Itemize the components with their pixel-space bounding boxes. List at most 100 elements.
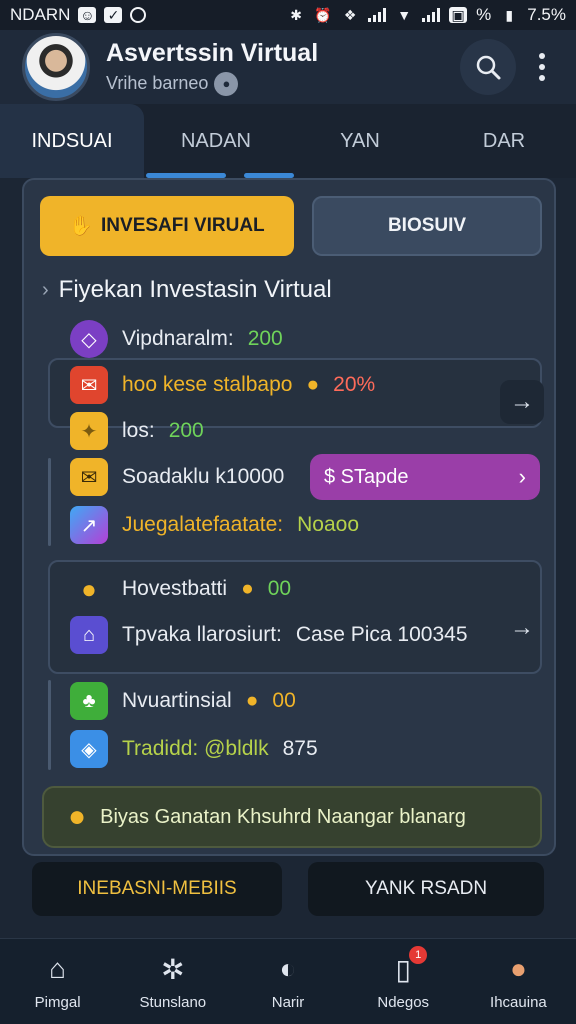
list-item[interactable]: ◈ Tradidd: @bldlk 875 xyxy=(70,730,318,768)
nav-label: Stunslano xyxy=(139,994,207,1011)
house-icon: ⌂ xyxy=(70,616,108,654)
nav-item-documents[interactable]: ▯ 1 Ndegos xyxy=(346,939,461,1024)
row-value: 00 xyxy=(272,689,296,712)
left-action-label: INEBASNI-MEBIIS xyxy=(77,878,237,899)
bottom-nav: ⌂ Pimgal ✲ Stunslano ◐ Narir ▯ 1 Ndegos ●… xyxy=(0,938,576,1024)
coins-icon: ● xyxy=(81,573,97,604)
nav-label: Pimgal xyxy=(34,994,81,1011)
row-label: Tpvaka llarosiurt: xyxy=(122,623,282,646)
left-action-button[interactable]: INEBASNI-MEBIIS xyxy=(32,862,282,916)
search-button[interactable] xyxy=(460,39,516,95)
mail-icon: ✓ xyxy=(104,7,123,23)
stake-label: $ STapde xyxy=(324,465,409,488)
bottom-button-row: INEBASNI-MEBIIS YANK RSADN xyxy=(32,862,544,916)
gear-icon: ✲ xyxy=(161,953,185,985)
right-action-button[interactable]: YANK RSADN xyxy=(308,862,544,916)
carrier-label: NDARN xyxy=(10,5,71,24)
battery-percent-symbol: % xyxy=(476,5,492,24)
vibrate-icon: ❖ xyxy=(343,7,357,23)
promo-banner-text: Biyas Ganatan Khsuhrd Naangar blanarg xyxy=(100,805,466,828)
tab-yan[interactable]: YAN xyxy=(288,104,432,178)
nav-label: Ihcauina xyxy=(490,994,547,1011)
list-item[interactable]: ✦ los: 200 xyxy=(70,412,204,450)
tab-indsuai[interactable]: INDSUAI xyxy=(0,104,144,178)
row-value: Case Pica 100345 xyxy=(295,623,468,646)
signal-icon-2 xyxy=(422,8,441,22)
row-value: 00 xyxy=(267,577,292,600)
list-item[interactable]: ✉ hoo kese stalbapo ● 20% xyxy=(70,366,375,404)
diamond-icon: ◇ xyxy=(70,320,108,358)
hand-icon: ✋ xyxy=(69,216,94,237)
list-item[interactable]: ✉ Soadaklu k10000 xyxy=(70,458,284,496)
list-item[interactable]: ⌂ Tpvaka llarosiurt: Case Pica 100345 xyxy=(70,616,468,654)
puzzle-icon: ✦ xyxy=(70,412,108,450)
row-arrow-button[interactable]: → xyxy=(500,380,544,424)
home-icon: ⌂ xyxy=(49,953,67,984)
row-label: Vipdnaralm: xyxy=(122,327,234,350)
section-heading-text: Fiyekan Investasin Virtual xyxy=(58,276,332,303)
row-label: Hovestbatti xyxy=(122,577,228,600)
stake-button[interactable]: $ STapde › xyxy=(310,454,540,500)
promo-banner[interactable]: ● Biyas Ganatan Khsuhrd Naangar blanarg xyxy=(42,786,542,848)
coin-icon: ● xyxy=(306,373,320,396)
battery-level: 7.5% xyxy=(527,5,566,24)
list-item[interactable]: ↗ Juegalatefaatate: Noaoo xyxy=(70,506,359,544)
notification-badge: 1 xyxy=(409,946,428,964)
row-label: los: xyxy=(122,419,155,442)
battery-saver-icon: ▣ xyxy=(449,7,468,23)
row-label: Soadaklu k10000 xyxy=(122,465,285,488)
nav-item-home[interactable]: ⌂ Pimgal xyxy=(0,939,115,1024)
signal-icon xyxy=(368,8,387,22)
envelope-icon: ✉ xyxy=(70,458,108,496)
nav-item-profile[interactable]: ● Ihcauina xyxy=(461,939,576,1024)
section-heading: › Fiyekan Investasin Virtual xyxy=(42,276,332,304)
tab-label: YAN xyxy=(340,129,380,152)
row-value: 200 xyxy=(168,419,204,442)
nav-label: Ndegos xyxy=(377,994,430,1011)
group-divider xyxy=(48,680,51,770)
row-arrow-button[interactable]: → xyxy=(500,606,544,650)
row-value: 20% xyxy=(333,373,376,396)
secondary-button[interactable]: BIOSUIV xyxy=(312,196,542,256)
tab-label: NADAN xyxy=(180,129,251,152)
record-icon xyxy=(130,7,147,23)
row-label: Juegalatefaatate: xyxy=(122,513,284,536)
invest-virtual-button[interactable]: ✋ INVESAFI VIRUAL xyxy=(40,196,294,256)
invest-virtual-label: INVESAFI VIRUAL xyxy=(101,215,265,236)
tab-dar[interactable]: DAR xyxy=(432,104,576,178)
status-bar: NDARN ☺ ✓ ✱ ⏰ ❖ ▼ ▣ % ▮ 7.5% xyxy=(0,0,576,30)
more-options-icon[interactable] xyxy=(530,53,554,81)
tab-nadan[interactable]: NADAN xyxy=(144,104,294,178)
right-action-label: YANK RSADN xyxy=(364,878,488,899)
wifi-icon: ▼ xyxy=(397,7,412,23)
mail-icon: ✉ xyxy=(70,366,108,404)
row-label: Tradidd: @bldlk xyxy=(122,737,269,760)
list-item[interactable]: ● Hovestbatti ● 00 xyxy=(70,570,291,608)
nav-item-explore[interactable]: ◐ Narir xyxy=(230,939,345,1024)
coin-icon: ● xyxy=(241,577,254,600)
row-label: hoo kese stalbapo xyxy=(122,373,293,396)
person-icon: ● xyxy=(509,953,527,984)
notification-icon: ☺ xyxy=(78,7,97,23)
chart-icon: ↗ xyxy=(70,506,108,544)
coin-icon: ● xyxy=(245,689,259,712)
tab-label: INDSUAI xyxy=(31,129,113,152)
secondary-button-label: BIOSUIV xyxy=(387,215,467,236)
nav-label: Narir xyxy=(271,994,305,1011)
app-bar: Asvertssin Virtual Vrihe barneo ● xyxy=(0,30,576,104)
list-item[interactable]: ◇ Vipdnaralm: 200 xyxy=(70,320,283,358)
group-divider xyxy=(48,458,51,546)
bag-icon: ◈ xyxy=(70,730,108,768)
tab-bar: INDSUAI NADAN YAN DAR xyxy=(0,104,576,178)
row-value: 875 xyxy=(282,737,318,760)
app-subtitle: Vrihe barneo xyxy=(106,73,209,93)
nav-item-settings[interactable]: ✲ Stunslano xyxy=(115,939,230,1024)
row-value: Noaoo xyxy=(297,513,360,536)
verified-icon: ● xyxy=(214,71,239,96)
row-label: Nvuartinsial xyxy=(122,689,232,712)
row-value: 200 xyxy=(247,327,283,350)
list-item[interactable]: ♣ Nvuartinsial ● 00 xyxy=(70,682,296,720)
avatar[interactable] xyxy=(22,33,90,101)
search-icon xyxy=(476,55,501,80)
document-icon: ▯ 1 xyxy=(385,946,428,986)
